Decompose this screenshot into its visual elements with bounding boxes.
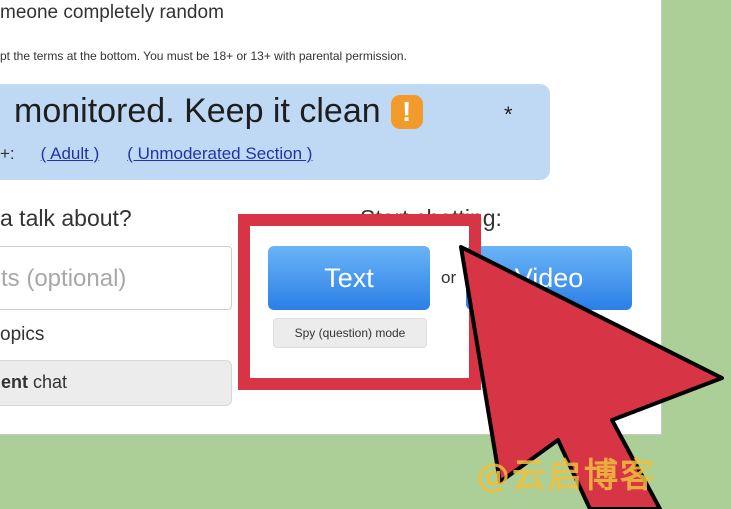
interests-heading: a talk about? — [0, 205, 132, 231]
interests-placeholder: ts (optional) — [1, 265, 127, 292]
terms-text: pt the terms at the bottom. You must be … — [0, 49, 407, 63]
interests-input[interactable]: ts (optional) — [0, 246, 232, 310]
watermark-text: @云启博客 — [476, 456, 656, 496]
chat-mode-label: ent chat — [1, 372, 67, 393]
video-chat-button[interactable]: Video — [466, 246, 632, 310]
chat-mode-rest: chat — [28, 372, 68, 392]
banner-title-text: monitored. Keep it clean — [14, 92, 381, 130]
notice-banner: monitored. Keep it clean ! * +: ( Adult )… — [0, 84, 550, 180]
banner-title: monitored. Keep it clean ! — [14, 92, 423, 131]
asterisk-icon: * — [504, 102, 513, 127]
highlight-box — [238, 214, 481, 390]
warning-icon: ! — [390, 94, 423, 129]
adult-section-link[interactable]: ( Adult ) — [41, 144, 100, 163]
chat-mode-button[interactable]: ent chat — [0, 360, 232, 406]
links-prefix: +: — [0, 144, 15, 163]
section-links: +: ( Adult ) ( Unmoderated Section ) — [0, 144, 312, 164]
chat-mode-bold: ent — [1, 372, 28, 392]
intro-text: meone completely random — [0, 2, 224, 23]
topics-label: opics — [0, 324, 45, 345]
unmoderated-section-link[interactable]: ( Unmoderated Section ) — [127, 144, 312, 163]
